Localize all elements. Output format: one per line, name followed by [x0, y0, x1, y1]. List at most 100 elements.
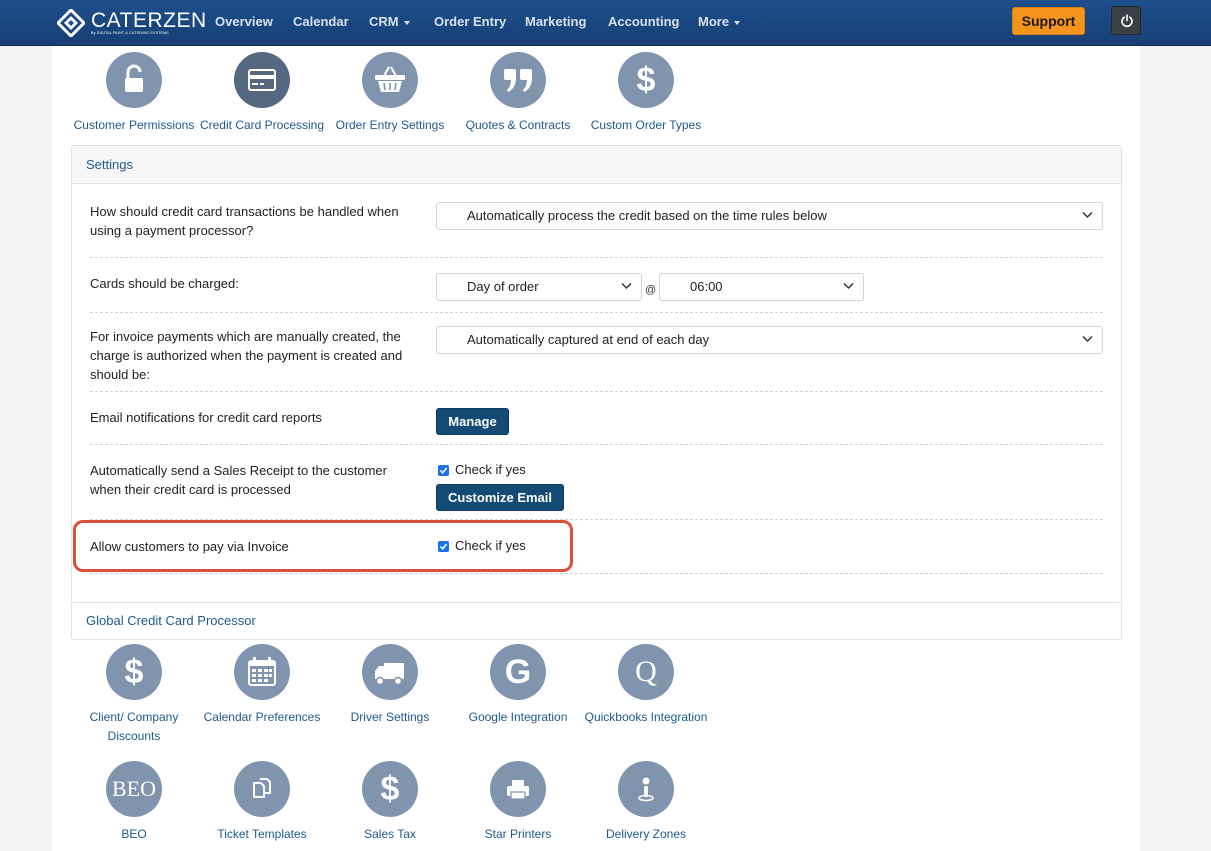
tile-beo[interactable]: BEO BEO	[70, 761, 198, 844]
tile-label: Calendar Preferences	[203, 710, 321, 724]
tile-order-entry-settings[interactable]: Order Entry Settings	[326, 52, 454, 135]
settings-title: Settings	[72, 146, 1121, 184]
sales-receipt-checkbox[interactable]	[438, 465, 449, 476]
row-divider	[90, 312, 1103, 313]
dollar-icon: $	[106, 644, 162, 700]
truck-icon	[362, 644, 418, 700]
tile-label: Delivery Zones	[605, 827, 687, 841]
chevron-down-icon	[1082, 335, 1093, 343]
calendar-icon	[234, 644, 290, 700]
tile-label: Sales Tax	[364, 827, 416, 841]
invoice-payments-label: For invoice payments which are manually …	[90, 329, 403, 382]
tile-label: BEO	[121, 827, 147, 841]
logout-button[interactable]	[1111, 6, 1141, 35]
tile-label: Ticket Templates	[217, 827, 307, 841]
tile-client-company-discounts[interactable]: $ Client/ Company Discounts	[70, 644, 198, 746]
nav-label: Accounting	[608, 14, 680, 29]
chevron-down-icon	[1082, 211, 1093, 219]
nav-order-entry[interactable]: Order Entry	[434, 14, 506, 29]
invoice-payments-select[interactable]: Automatically captured at end of each da…	[436, 326, 1103, 354]
tile-label: Quickbooks Integration	[584, 710, 708, 724]
sales-receipt-check-label: Check if yes	[455, 462, 526, 477]
chevron-down-icon	[843, 282, 854, 290]
row-divider	[90, 391, 1103, 392]
tile-delivery-zones[interactable]: Delivery Zones	[582, 761, 710, 844]
tile-google-integration[interactable]: G Google Integration	[454, 644, 582, 727]
select-value: Automatically process the credit based o…	[467, 208, 827, 223]
nav-more[interactable]: More	[698, 14, 741, 29]
manage-button[interactable]: Manage	[436, 408, 509, 435]
sales-receipt-label: Automatically send a Sales Receipt to th…	[90, 463, 387, 497]
caret-down-icon	[403, 20, 410, 25]
unlock-icon	[106, 52, 162, 108]
google-icon: G	[490, 644, 546, 700]
tile-label: Star Printers	[484, 827, 552, 841]
tile-ticket-templates[interactable]: Ticket Templates	[198, 761, 326, 844]
nav-marketing[interactable]: Marketing	[525, 14, 586, 29]
row-divider	[90, 444, 1103, 445]
nav-overview[interactable]: Overview	[215, 14, 273, 29]
transaction-handling-label: How should credit card transactions be h…	[90, 204, 399, 238]
select-value: Automatically captured at end of each da…	[467, 332, 710, 347]
tile-calendar-preferences[interactable]: Calendar Preferences	[198, 644, 326, 727]
caterzen-logo[interactable]: CATERZEN By DIGITAL PAINT & CATERING SYS…	[57, 8, 217, 38]
nav-accounting[interactable]: Accounting	[608, 14, 680, 29]
power-icon	[1121, 14, 1133, 28]
quote-icon	[490, 52, 546, 108]
tile-label: Google Integration	[468, 710, 568, 724]
at-sign: @	[645, 284, 657, 296]
select-value: Day of order	[467, 279, 539, 294]
nav-crm[interactable]: CRM	[369, 14, 410, 29]
beo-icon: BEO	[106, 761, 162, 817]
brand-tagline: By DIGITAL PAINT & CATERING SYSTEMS	[91, 31, 169, 35]
nav-label: More	[698, 14, 730, 29]
row-divider	[90, 573, 1103, 574]
caret-down-icon	[734, 20, 741, 25]
copy-icon	[234, 761, 290, 817]
charge-day-select[interactable]: Day of order	[436, 273, 642, 301]
tile-label: Custom Order Types	[590, 118, 702, 132]
charge-time-select[interactable]: 06:00	[659, 273, 864, 301]
basket-icon	[362, 52, 418, 108]
nav-calendar[interactable]: Calendar	[293, 14, 349, 29]
select-value: 06:00	[690, 279, 723, 294]
map-pin-icon	[618, 761, 674, 817]
charge-timing-label: Cards should be charged:	[90, 276, 239, 291]
customize-email-button[interactable]: Customize Email	[436, 484, 564, 511]
tile-customer-permissions[interactable]: Customer Permissions	[70, 52, 198, 135]
checkmark-icon	[439, 467, 448, 475]
nav-label: Order Entry	[434, 14, 507, 29]
row-divider	[90, 257, 1103, 258]
tile-custom-order-types[interactable]: $ Custom Order Types	[582, 52, 710, 135]
tile-sales-tax[interactable]: $ Sales Tax	[326, 761, 454, 844]
highlight-annotation	[73, 520, 573, 572]
tile-credit-card-processing[interactable]: Credit Card Processing	[198, 52, 326, 135]
logo-mark-icon	[57, 9, 85, 37]
chevron-down-icon	[621, 282, 632, 290]
tile-label: Credit Card Processing	[199, 118, 325, 132]
credit-card-icon	[234, 52, 290, 108]
dollar-icon: $	[618, 52, 674, 108]
nav-label: Overview	[215, 14, 273, 29]
tile-label: Order Entry Settings	[335, 118, 445, 132]
transaction-handling-select[interactable]: Automatically process the credit based o…	[436, 202, 1103, 230]
nav-label: Marketing	[525, 14, 587, 29]
global-processor-panel: Global Credit Card Processor	[71, 603, 1122, 640]
quickbooks-icon: Q	[618, 644, 674, 700]
dollar-icon: $	[362, 761, 418, 817]
top-navbar: CATERZEN By DIGITAL PAINT & CATERING SYS…	[0, 0, 1211, 46]
email-notifications-label: Email notifications for credit card repo…	[90, 410, 322, 425]
nav-label: Calendar	[293, 14, 349, 29]
global-processor-title: Global Credit Card Processor	[86, 613, 256, 628]
tile-quotes-contracts[interactable]: Quotes & Contracts	[454, 52, 582, 135]
tile-label: Quotes & Contracts	[465, 118, 571, 132]
tile-label: Customer Permissions	[73, 118, 195, 132]
tile-star-printers[interactable]: Star Printers	[454, 761, 582, 844]
brand-name: CATERZEN	[91, 9, 207, 32]
tile-quickbooks-integration[interactable]: Q Quickbooks Integration	[582, 644, 710, 727]
printer-icon	[490, 761, 546, 817]
support-button[interactable]: Support	[1012, 7, 1085, 35]
tile-label: Driver Settings	[350, 710, 430, 724]
tile-driver-settings[interactable]: Driver Settings	[326, 644, 454, 727]
nav-label: CRM	[369, 14, 399, 29]
